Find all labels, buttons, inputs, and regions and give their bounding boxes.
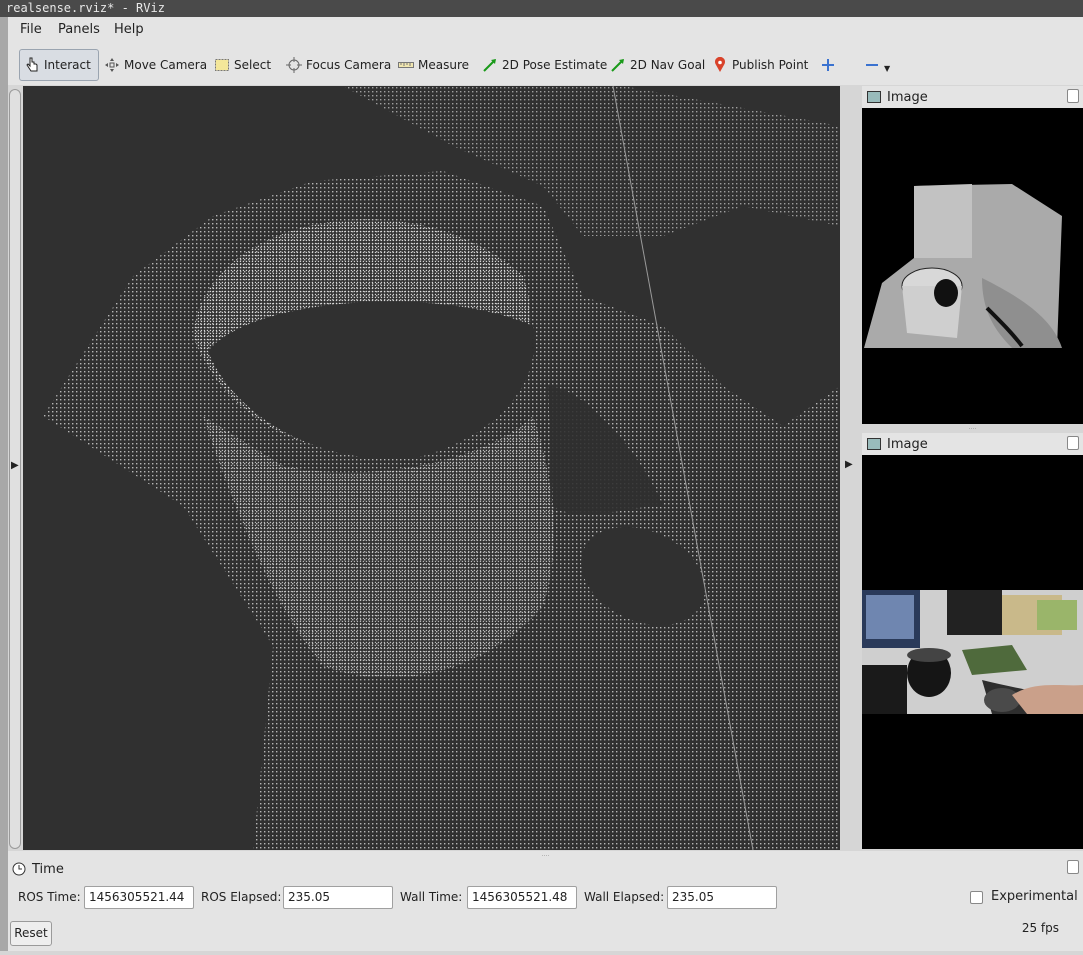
tool-interact-label: Interact: [44, 58, 91, 72]
tool-interact[interactable]: Interact: [19, 49, 99, 81]
collapse-right-arrow-icon: ▶: [845, 459, 853, 470]
tool-move-camera[interactable]: Move Camera: [104, 49, 207, 81]
wall-elapsed-field[interactable]: 235.05: [667, 886, 777, 909]
color-image-view: [862, 455, 1083, 849]
depth-image-view: [862, 108, 1083, 424]
tool-focus-camera[interactable]: Focus Camera: [286, 49, 391, 81]
tool-measure[interactable]: Measure: [398, 49, 469, 81]
green-arrow-icon: [610, 57, 626, 73]
3d-viewport[interactable]: [23, 86, 840, 850]
wall-time-label: Wall Time:: [400, 890, 463, 904]
experimental-checkbox[interactable]: [970, 891, 983, 904]
panel-float-button[interactable]: [1067, 89, 1079, 103]
fps-readout: 25 fps: [1021, 921, 1059, 935]
expand-left-arrow-icon: ▶: [11, 460, 19, 471]
image-panel-title: Image: [887, 436, 928, 452]
ros-time-field[interactable]: 1456305521.44: [84, 886, 194, 909]
window-edge: [0, 85, 8, 951]
image-icon: [867, 438, 881, 450]
green-arrow-icon: [482, 57, 498, 73]
map-pin-icon: [712, 57, 728, 73]
tool-2d-nav-goal-label: 2D Nav Goal: [630, 58, 706, 72]
time-panel: .... Time ROS Time: 1456305521.44 ROS El…: [8, 851, 1083, 951]
point-cloud-render: [43, 86, 840, 850]
tool-2d-pose-estimate-label: 2D Pose Estimate: [502, 58, 608, 72]
panel-resize-grip[interactable]: ....: [8, 851, 1083, 858]
color-image: [862, 590, 1083, 714]
wall-time-field[interactable]: 1456305521.48: [467, 886, 577, 909]
tool-2d-pose-estimate[interactable]: 2D Pose Estimate: [482, 49, 607, 81]
menu-file[interactable]: File: [20, 22, 42, 37]
menu-bar: File Panels Help: [0, 17, 1083, 45]
right-dock-splitter[interactable]: ▶: [840, 86, 862, 850]
reset-button[interactable]: Reset: [10, 921, 52, 946]
tool-select[interactable]: Select: [214, 49, 271, 81]
tool-move-camera-label: Move Camera: [124, 58, 208, 72]
menu-panels[interactable]: Panels: [58, 22, 100, 37]
tool-measure-label: Measure: [418, 58, 469, 72]
hand-pointer-icon: [24, 57, 40, 73]
panel-float-button[interactable]: [1067, 860, 1079, 874]
ros-elapsed-field[interactable]: 235.05: [283, 886, 393, 909]
time-panel-title: Time: [32, 861, 64, 877]
toolbar: Interact Move Camera Select Focus Camera…: [0, 45, 1083, 85]
image-icon: [867, 91, 881, 103]
depth-image: [864, 184, 1062, 348]
window-title: realsense.rviz* - RViz: [0, 0, 1083, 17]
minus-icon: [864, 57, 880, 73]
plus-icon: [820, 57, 836, 73]
tool-publish-point[interactable]: Publish Point: [712, 49, 808, 81]
move-camera-icon: [104, 57, 120, 73]
image-panel-header: Image: [862, 433, 1083, 455]
ruler-icon: [398, 57, 414, 73]
image-panel-color: Image: [862, 433, 1083, 849]
image-panel-title: Image: [887, 89, 928, 105]
clock-icon: [12, 862, 26, 876]
ros-elapsed-label: ROS Elapsed:: [201, 890, 282, 904]
tool-2d-nav-goal[interactable]: 2D Nav Goal: [610, 49, 705, 81]
wall-elapsed-label: Wall Elapsed:: [584, 890, 665, 904]
add-tool-button[interactable]: [820, 49, 840, 81]
image-panel-header: Image: [862, 86, 1083, 108]
tool-publish-point-label: Publish Point: [732, 58, 809, 72]
select-box-icon: [214, 57, 230, 73]
panel-resize-grip[interactable]: ....: [862, 424, 1083, 432]
menu-help[interactable]: Help: [114, 22, 144, 37]
left-dock-toggle[interactable]: ▶: [9, 89, 21, 849]
focus-crosshair-icon: [286, 57, 302, 73]
ros-time-label: ROS Time:: [18, 890, 81, 904]
time-panel-header: Time: [8, 859, 64, 879]
remove-tool-button[interactable]: ▼: [864, 49, 890, 81]
chevron-down-icon: ▼: [884, 63, 891, 73]
panel-float-button[interactable]: [1067, 436, 1079, 450]
experimental-label: Experimental: [991, 889, 1078, 904]
image-panel-depth: Image ....: [862, 86, 1083, 432]
tool-select-label: Select: [234, 58, 272, 72]
tool-focus-camera-label: Focus Camera: [306, 58, 392, 72]
